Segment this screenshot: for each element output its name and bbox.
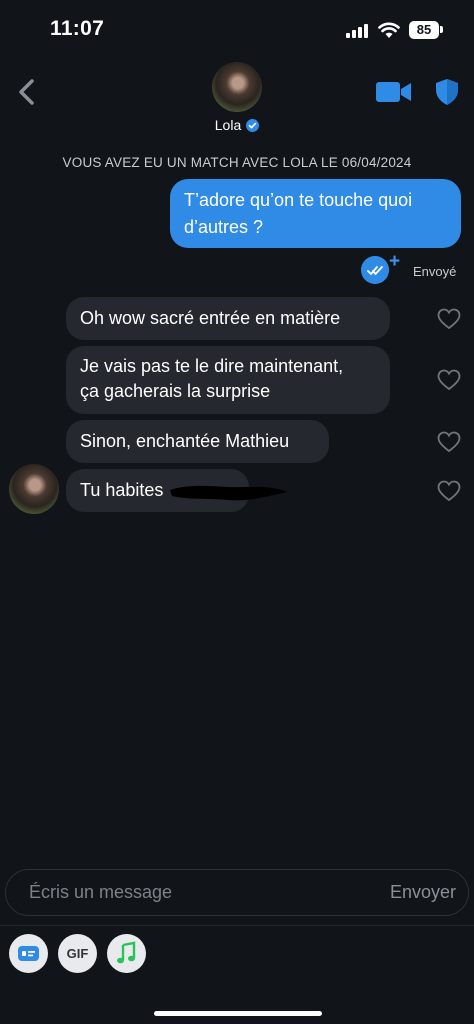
- music-button[interactable]: [107, 934, 146, 973]
- like-heart-icon[interactable]: [437, 369, 461, 391]
- sent-message-bubble[interactable]: T’adore qu’on te touche quoi d’autres ?: [170, 179, 461, 248]
- send-button[interactable]: Envoyer: [390, 870, 456, 915]
- received-message-bubble[interactable]: Je vais pas te le dire maintenant, ça ga…: [66, 346, 390, 414]
- message-text-line: T’adore qu’on te touche quoi: [184, 190, 413, 210]
- divider: [0, 925, 474, 926]
- message-text: Tu habites: [80, 480, 164, 500]
- match-banner: VOUS AVEZ EU UN MATCH AVEC LOLA LE 06/04…: [62, 155, 412, 170]
- like-heart-icon[interactable]: [437, 480, 461, 502]
- message-text: Sinon, enchantée Mathieu: [80, 431, 290, 451]
- received-message-bubble[interactable]: Sinon, enchantée Mathieu: [66, 420, 329, 463]
- sender-avatar[interactable]: [9, 464, 59, 514]
- message-text-line: ça gacherais la surprise: [80, 381, 271, 401]
- gif-label: GIF: [66, 946, 89, 961]
- profile-card-button[interactable]: [9, 934, 48, 973]
- safety-shield-icon[interactable]: [435, 78, 459, 106]
- double-check-read-icon: [361, 256, 389, 284]
- profile-avatar[interactable]: [212, 62, 262, 112]
- gif-button[interactable]: GIF: [58, 934, 97, 973]
- message-text-line: d’autres ?: [184, 217, 264, 237]
- message-status: Envoyé: [413, 264, 457, 279]
- video-call-icon[interactable]: [376, 80, 412, 104]
- profile-name: Lola: [214, 117, 242, 133]
- redaction-scribble: [170, 485, 288, 501]
- battery-indicator: 85: [409, 21, 439, 39]
- id-card-icon: [18, 946, 39, 961]
- profile-name-row[interactable]: Lola: [0, 117, 474, 133]
- status-time: 11:07: [50, 17, 105, 40]
- received-message-bubble[interactable]: Oh wow sacré entrée en matière: [66, 297, 390, 340]
- plus-icon[interactable]: +: [389, 251, 400, 273]
- like-heart-icon[interactable]: [437, 308, 461, 330]
- message-composer: Envoyer: [5, 869, 469, 916]
- cellular-signal-icon: [346, 24, 368, 38]
- message-text: Oh wow sacré entrée en matière: [80, 308, 341, 328]
- battery-tip: [440, 26, 443, 33]
- like-heart-icon[interactable]: [437, 431, 461, 453]
- music-note-icon: [117, 941, 136, 964]
- verified-badge-icon: [246, 119, 260, 132]
- wifi-icon: [378, 22, 400, 38]
- back-chevron-icon[interactable]: [16, 78, 38, 106]
- home-indicator[interactable]: [154, 1011, 322, 1016]
- message-input[interactable]: [29, 870, 369, 915]
- message-text-line: Je vais pas te le dire maintenant,: [80, 356, 344, 376]
